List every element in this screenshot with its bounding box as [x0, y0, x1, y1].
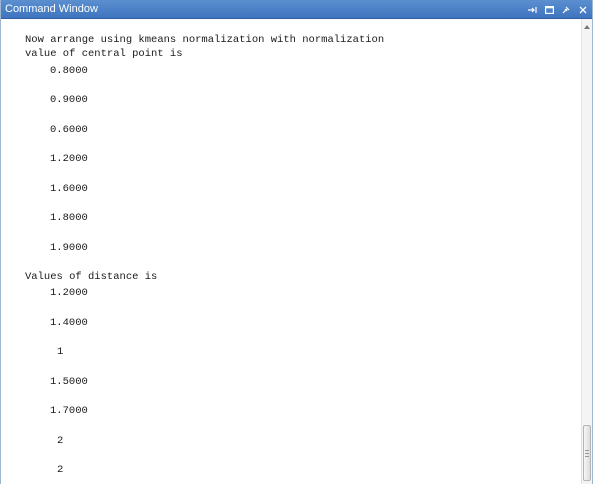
pin-icon[interactable]: [561, 5, 571, 15]
scrollbar-thumb[interactable]: [583, 425, 591, 481]
window-controls: [527, 2, 588, 17]
vertical-scrollbar[interactable]: [581, 19, 592, 484]
window-title: Command Window: [5, 3, 98, 15]
distance-value: 2: [57, 464, 64, 476]
central-point-value: 1.2000: [50, 153, 88, 165]
distance-value: 1.4000: [50, 317, 88, 329]
title-bar[interactable]: Command Window: [1, 0, 592, 19]
distance-value: 1.5000: [50, 376, 88, 388]
scroll-up-arrow-icon[interactable]: [582, 22, 592, 32]
central-point-value: 1.6000: [50, 183, 88, 195]
command-output[interactable]: Now arrange using kmeans normalization w…: [1, 19, 581, 484]
grip-icon: [585, 450, 589, 457]
central-point-value: 0.6000: [50, 124, 88, 136]
undock-icon[interactable]: [527, 5, 537, 15]
maximize-icon[interactable]: [544, 5, 554, 15]
distance-value: 1.2000: [50, 287, 88, 299]
close-icon[interactable]: [578, 5, 588, 15]
command-window: Command Window Now arrange using kmeans …: [0, 0, 593, 484]
distance-value: 1.7000: [50, 405, 88, 417]
central-point-value: 0.9000: [50, 94, 88, 106]
central-point-value: 1.8000: [50, 212, 88, 224]
output-header-line-1: Now arrange using kmeans normalization w…: [25, 34, 385, 46]
distance-label: Values of distance is: [25, 271, 158, 283]
output-header-line-2: value of central point is: [25, 48, 183, 60]
distance-value: 1: [57, 346, 64, 358]
central-point-value: 0.8000: [50, 65, 88, 77]
central-point-value: 1.9000: [50, 242, 88, 254]
distance-value: 2: [57, 435, 64, 447]
